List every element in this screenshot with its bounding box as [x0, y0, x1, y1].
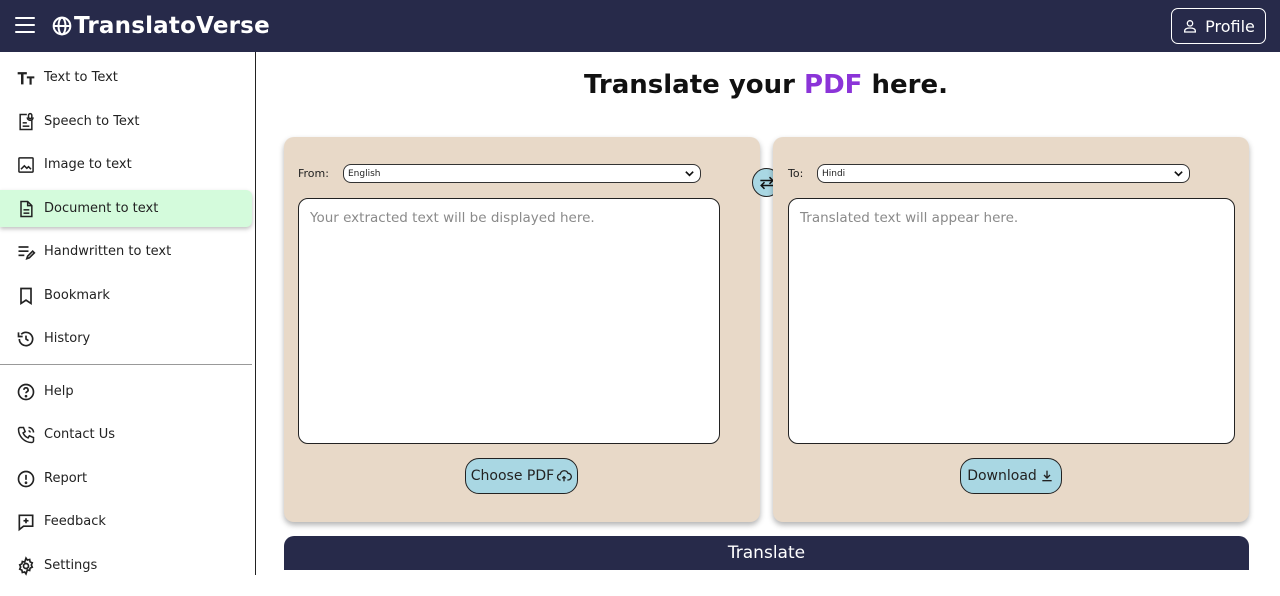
profile-label: Profile [1205, 16, 1255, 36]
speech-doc-icon [16, 112, 36, 132]
download-label: Download [967, 468, 1037, 484]
handwriting-icon [16, 242, 36, 262]
source-panel: From: English Your extracted text will b… [284, 137, 760, 522]
to-label: To: [788, 167, 804, 180]
target-language-select[interactable]: Hindi [817, 164, 1190, 183]
chevron-down-icon [1174, 171, 1183, 177]
sidebar-item-contact-us[interactable]: Contact Us [0, 416, 252, 453]
profile-button[interactable]: Profile [1171, 8, 1266, 44]
sidebar-item-document-to-text[interactable]: Document to text [0, 190, 252, 227]
sidebar-item-text-to-text[interactable]: Text to Text [0, 59, 252, 96]
top-bar: TranslatoVerse Profile [0, 0, 1280, 52]
sidebar-item-label: Text to Text [44, 70, 118, 85]
translated-text-placeholder: Translated text will appear here. [800, 210, 1019, 226]
user-icon [1184, 20, 1197, 33]
extracted-text-area[interactable]: Your extracted text will be displayed he… [298, 198, 720, 444]
sidebar-item-label: Bookmark [44, 288, 110, 303]
translate-button[interactable]: Translate [284, 536, 1249, 570]
page-title: Translate your PDF here. [256, 70, 1276, 100]
sidebar-item-bookmark[interactable]: Bookmark [0, 277, 252, 314]
sidebar-divider [0, 364, 252, 365]
sidebar-item-history[interactable]: History [0, 320, 252, 357]
from-label: From: [298, 167, 329, 180]
app-title: TranslatoVerse [74, 13, 270, 39]
sidebar: Text to Text Speech to Text Image to tex… [0, 52, 256, 576]
sidebar-item-report[interactable]: Report [0, 460, 252, 497]
page-title-text: Translate your [584, 70, 805, 100]
target-panel: To: Hindi Translated text will appear he… [773, 137, 1249, 522]
sidebar-item-label: Document to text [44, 201, 159, 216]
sidebar-item-image-to-text[interactable]: Image to text [0, 146, 252, 183]
sidebar-item-label: Settings [44, 558, 98, 573]
page-title-accent: PDF [804, 70, 863, 100]
download-icon [1042, 470, 1052, 482]
hamburger-menu-icon[interactable] [15, 17, 35, 35]
download-button[interactable]: Download [960, 458, 1062, 494]
text-size-icon [16, 68, 36, 88]
target-language-value: Hindi [822, 168, 846, 179]
sidebar-item-feedback[interactable]: Feedback [0, 503, 252, 540]
help-icon [16, 382, 36, 402]
extracted-text-placeholder: Your extracted text will be displayed he… [310, 210, 595, 226]
phone-icon [16, 425, 36, 445]
sidebar-item-label: Help [44, 384, 74, 399]
translate-label: Translate [727, 543, 806, 563]
sidebar-item-speech-to-text[interactable]: Speech to Text [0, 103, 252, 140]
sidebar-item-label: Feedback [44, 514, 106, 529]
sidebar-item-label: Report [44, 471, 88, 486]
document-icon [16, 199, 36, 219]
sidebar-item-label: Contact Us [44, 427, 115, 442]
choose-pdf-label: Choose PDF [470, 468, 555, 484]
sidebar-item-help[interactable]: Help [0, 373, 252, 410]
globe-icon [52, 16, 72, 36]
report-icon [16, 469, 36, 489]
history-icon [16, 329, 36, 349]
sidebar-item-settings[interactable]: Settings [0, 547, 252, 584]
sidebar-item-label: History [44, 331, 91, 346]
bookmark-icon [16, 286, 36, 306]
sidebar-item-label: Handwritten to text [44, 244, 172, 259]
translated-text-area[interactable]: Translated text will appear here. [788, 198, 1235, 444]
page-title-suffix: here. [862, 70, 948, 100]
chevron-down-icon [685, 171, 694, 177]
choose-pdf-button[interactable]: Choose PDF [465, 458, 578, 494]
cloud-upload-icon [557, 470, 573, 482]
sidebar-item-label: Image to text [44, 157, 132, 172]
sidebar-item-handwritten-to-text[interactable]: Handwritten to text [0, 233, 252, 270]
feedback-icon [16, 512, 36, 532]
source-language-select[interactable]: English [343, 164, 701, 183]
app-logo[interactable]: TranslatoVerse [52, 11, 270, 41]
source-language-value: English [348, 168, 381, 179]
sidebar-item-label: Speech to Text [44, 114, 140, 129]
image-icon [16, 155, 36, 175]
gear-icon [16, 555, 36, 576]
